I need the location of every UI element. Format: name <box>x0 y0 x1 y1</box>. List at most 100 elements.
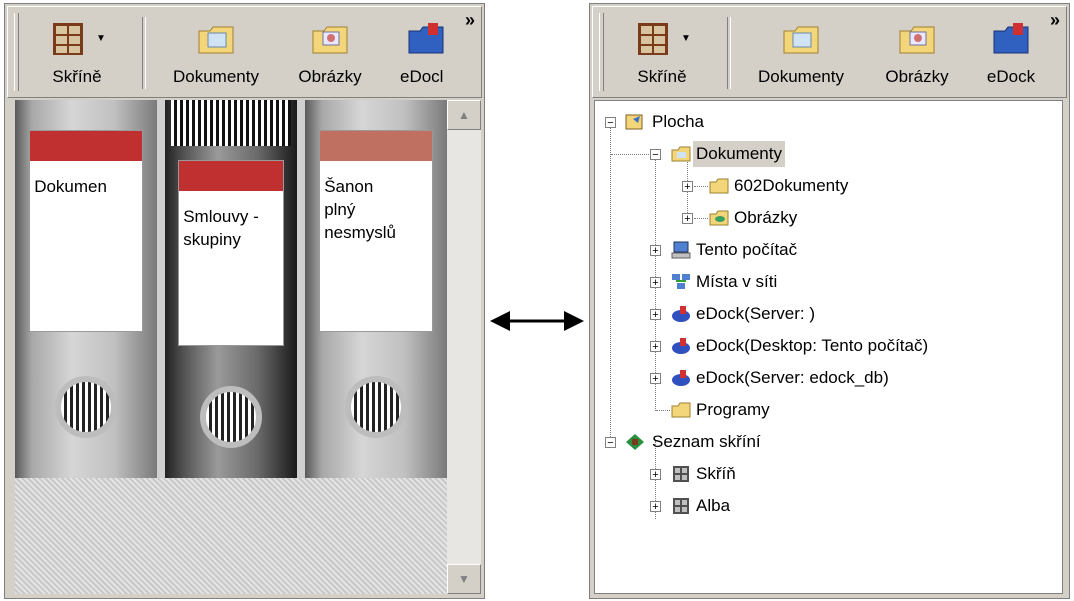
expand-icon[interactable]: + <box>650 341 661 353</box>
tree-node-pictures[interactable]: + Obrázky <box>595 205 855 231</box>
expand-icon[interactable]: + <box>682 181 693 193</box>
toolbar-grip[interactable] <box>599 13 604 91</box>
expand-icon[interactable]: + <box>650 277 661 289</box>
tree-node-this-pc[interactable]: + Tento počítač <box>595 237 855 263</box>
documents-button[interactable]: Dokumenty <box>154 15 278 95</box>
expand-icon[interactable]: + <box>682 213 693 225</box>
documents-folder-icon <box>783 26 819 54</box>
pictures-button[interactable]: Obrázky <box>867 15 967 95</box>
desktop-icon <box>625 114 643 130</box>
cabinet-icon <box>673 498 689 514</box>
edock-button[interactable]: eDock <box>971 15 1051 95</box>
expand-icon[interactable]: + <box>650 469 661 481</box>
binder-contracts[interactable]: Smlouvy - skupiny <box>165 100 297 478</box>
tree-node-602documents[interactable]: + 602Dokumenty <box>595 173 915 199</box>
binder-label-line: plný <box>324 200 356 219</box>
tree-node-edock-db[interactable]: + eDock(Server: edock_db) <box>595 365 975 391</box>
tree-node-label: eDock(Desktop: Tento počítač) <box>696 336 929 355</box>
pictures-folder-icon <box>709 210 729 226</box>
binder-papers <box>171 100 291 146</box>
documents-label: Dokumenty <box>758 67 844 86</box>
tree-node-label: eDock(Server: edock_db) <box>696 368 889 387</box>
network-icon <box>672 274 690 289</box>
expand-icon[interactable]: + <box>650 501 661 513</box>
binder-ring-hole-icon <box>345 376 407 438</box>
tree-node-network[interactable]: + Místa v síti <box>595 269 855 295</box>
binder-view-panel: ▼ Skříně Dokumenty Obrázky eDocl » Dokum… <box>4 3 485 599</box>
cabinets-button[interactable]: ▼ Skříně <box>607 15 717 95</box>
tree-node-edock-desktop[interactable]: + eDock(Desktop: Tento počítač) <box>595 333 1035 359</box>
edock-icon <box>672 338 690 354</box>
edock-label: eDock <box>986 67 1036 86</box>
pictures-label: Obrázky <box>298 67 362 86</box>
edock-icon <box>672 306 690 322</box>
documents-button[interactable]: Dokumenty <box>739 15 863 95</box>
toolbar: ▼ Skříně Dokumenty Obrázky eDock » <box>592 6 1067 98</box>
tree-node-label: Seznam skříní <box>652 432 761 451</box>
tree-node-programs[interactable]: Programy <box>595 397 855 423</box>
toolbar: ▼ Skříně Dokumenty Obrázky eDocl » <box>7 6 482 98</box>
cabinets-button[interactable]: ▼ Skříně <box>22 15 132 95</box>
scroll-up-button[interactable]: ▲ <box>447 100 481 130</box>
documents-folder-icon <box>198 26 234 54</box>
dropdown-arrow-icon[interactable]: ▼ <box>681 33 691 44</box>
tree-node-label: Dokumenty <box>693 141 785 167</box>
tree-node-edock-server[interactable]: + eDock(Server: ) <box>595 301 895 327</box>
binder-label-line: skupiny <box>183 230 241 249</box>
documents-folder-icon <box>671 146 691 162</box>
binder-label-card: Šanon plný nesmyslů <box>319 130 433 332</box>
cabinets-label: Skříně <box>52 67 102 86</box>
binder-documents[interactable]: Dokumen <box>15 100 157 478</box>
dropdown-arrow-icon[interactable]: ▼ <box>96 33 106 44</box>
tree-node-label: Alba <box>696 496 731 515</box>
tree-node-cabinet-alba[interactable]: + Alba <box>595 493 855 519</box>
pictures-button[interactable]: Obrázky <box>280 15 380 95</box>
collapse-icon[interactable]: − <box>650 149 661 161</box>
tree-node-desktop[interactable]: − Plocha <box>595 109 795 135</box>
tree-connector <box>656 410 670 411</box>
cabinet-icon <box>673 466 689 482</box>
binder-label-line: Smlouvy - <box>183 207 259 226</box>
tree-node-label: Plocha <box>652 112 704 131</box>
toolbar-overflow-chevron-icon[interactable]: » <box>1050 11 1060 29</box>
expand-icon[interactable]: + <box>650 309 661 321</box>
computer-icon <box>671 241 691 259</box>
tree-connector <box>611 154 649 155</box>
expand-icon[interactable]: + <box>650 245 661 257</box>
cabinet-list-icon <box>626 434 644 450</box>
binder-nonsense[interactable]: Šanon plný nesmyslů <box>305 100 447 478</box>
edock-folder-icon <box>993 23 1029 54</box>
toolbar-grip[interactable] <box>14 13 19 91</box>
pictures-folder-icon <box>312 26 348 54</box>
binder-shelf: Dokumen Smlouvy - skupiny Šanon plný nes… <box>15 100 447 478</box>
tree-node-label: Tento počítač <box>696 240 798 259</box>
scroll-down-button[interactable]: ▼ <box>447 564 481 594</box>
collapse-icon[interactable]: − <box>605 437 616 449</box>
binder-ring-hole-icon <box>200 386 262 448</box>
edock-label: eDocl <box>400 67 444 86</box>
collapse-icon[interactable]: − <box>605 117 616 129</box>
tree-node-cabinet-list[interactable]: − Seznam skříní <box>595 429 855 455</box>
label-stripe <box>179 161 283 191</box>
tree-node-label: eDock(Server: ) <box>696 304 816 323</box>
tree-node-label: Obrázky <box>734 208 798 227</box>
folder-icon <box>671 402 691 418</box>
edock-folder-icon <box>408 23 444 54</box>
edock-button[interactable]: eDocl <box>386 15 466 95</box>
binder-label-card: Smlouvy - skupiny <box>178 160 284 346</box>
cabinet-icon <box>53 23 83 55</box>
expand-icon[interactable]: + <box>650 373 661 385</box>
double-arrow-icon <box>490 311 584 331</box>
tree-node-documents[interactable]: − Dokumenty <box>595 141 855 167</box>
tree-node-label: 602Dokumenty <box>734 176 849 195</box>
label-stripe <box>320 131 432 161</box>
folder-tree[interactable]: − Plocha − Dokumenty + 602Dokumenty + Ob… <box>594 100 1063 594</box>
pictures-folder-icon <box>899 26 935 54</box>
binder-ring-hole-icon <box>55 376 117 438</box>
tree-node-cabinet-skrin[interactable]: + Skříň <box>595 461 855 487</box>
toolbar-overflow-chevron-icon[interactable]: » <box>465 11 475 29</box>
vertical-scrollbar[interactable]: ▲ ▼ <box>447 100 481 594</box>
binder-label: Smlouvy - skupiny <box>183 205 279 251</box>
pictures-label: Obrázky <box>885 67 949 86</box>
tree-node-label: Místa v síti <box>696 272 778 291</box>
